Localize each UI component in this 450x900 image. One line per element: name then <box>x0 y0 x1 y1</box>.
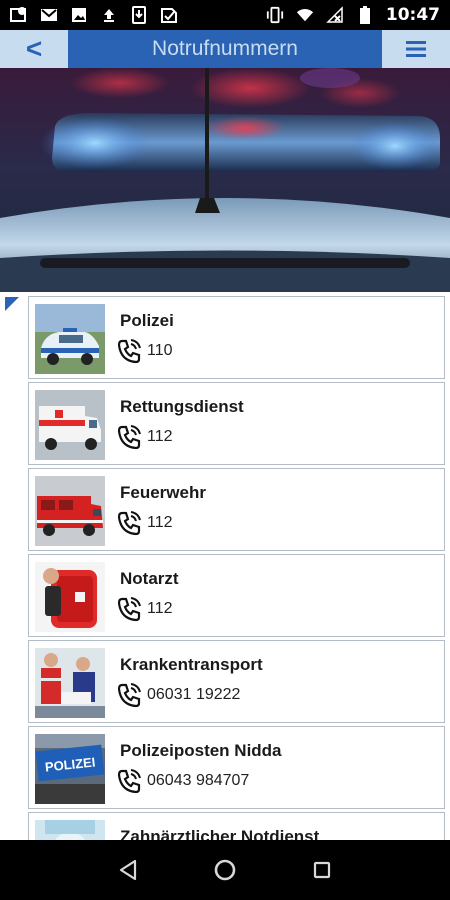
nav-home-button[interactable] <box>205 850 245 890</box>
phone-ringing-icon <box>115 337 143 365</box>
download-icon <box>130 6 148 24</box>
back-icon: < <box>25 33 43 64</box>
polizei-sign-image: POLIZEI <box>35 734 105 804</box>
hamburger-icon <box>406 41 426 57</box>
phone-row[interactable]: 06031 19222 <box>115 681 240 709</box>
status-time: 10:47 <box>385 5 440 25</box>
phone-number: 112 <box>147 428 173 445</box>
phone-row[interactable]: 06043 984707 <box>115 767 249 795</box>
phone-row[interactable]: 112 <box>115 509 173 537</box>
phone-ringing-icon <box>115 767 143 795</box>
phone-ringing-icon <box>115 681 143 709</box>
phone-number: 112 <box>147 600 173 617</box>
location-icon <box>10 6 28 24</box>
list-item[interactable]: Polizei 110 <box>28 296 445 379</box>
list-item[interactable]: Zahnärztlicher Notdienst <box>28 812 445 840</box>
phone-number: 112 <box>147 514 173 531</box>
nav-recents-button[interactable] <box>302 850 342 890</box>
list-item[interactable]: Rettungsdienst 112 <box>28 382 445 465</box>
phone-row[interactable]: 112 <box>115 423 173 451</box>
police-car-image <box>35 304 105 374</box>
back-triangle-icon <box>120 859 137 881</box>
check-icon <box>160 6 178 24</box>
system-nav-bar <box>0 840 450 900</box>
list-item[interactable]: Krankentransport 06031 19222 <box>28 640 445 723</box>
item-name: Polizei <box>120 311 174 330</box>
dentist-image <box>35 820 105 840</box>
phone-ringing-icon <box>115 595 143 623</box>
wifi-icon <box>296 6 314 24</box>
item-name: Notarzt <box>120 569 179 588</box>
item-name: Polizeiposten Nidda <box>120 741 282 760</box>
list-item[interactable]: POLIZEI Polizeiposten Nidda 06043 984707 <box>28 726 445 809</box>
paramedics-image <box>35 648 105 718</box>
phone-row[interactable]: 112 <box>115 595 173 623</box>
upload-icon <box>100 6 118 24</box>
medic-bag-image <box>35 562 105 632</box>
fire-truck-image <box>35 476 105 546</box>
phone-ringing-icon <box>115 423 143 451</box>
item-name: Krankentransport <box>120 655 263 674</box>
item-name: Rettungsdienst <box>120 397 244 416</box>
ambulance-image <box>35 390 105 460</box>
phone-number: 110 <box>147 342 173 359</box>
item-name: Zahnärztlicher Notdienst <box>120 827 320 840</box>
phone-ringing-icon <box>115 509 143 537</box>
emergency-number-list: Polizei 110 Rettungsdienst 112 Feuerwehr… <box>28 296 445 840</box>
recents-square-icon <box>313 861 330 879</box>
hero-image-police-lights <box>0 68 450 292</box>
list-item[interactable]: Feuerwehr 112 <box>28 468 445 551</box>
nav-back-button[interactable] <box>108 850 148 890</box>
list-corner-marker <box>5 297 19 311</box>
menu-button[interactable] <box>382 30 450 68</box>
image-icon <box>70 6 88 24</box>
status-bar: 10:47 <box>0 0 450 30</box>
status-right-icons: 10:47 <box>266 5 440 25</box>
home-circle-icon <box>214 859 236 881</box>
vibrate-icon <box>266 6 284 24</box>
no-signal-icon <box>326 6 344 24</box>
phone-number: 06031 19222 <box>147 686 241 703</box>
back-button[interactable]: < <box>0 30 68 68</box>
item-name: Feuerwehr <box>120 483 206 502</box>
status-left-icons <box>10 6 178 24</box>
phone-row[interactable]: 110 <box>115 337 173 365</box>
app-screen: < Notrufnummern Polizei 110 Rettungsdien… <box>0 30 450 840</box>
phone-number: 06043 984707 <box>147 772 250 789</box>
list-item[interactable]: Notarzt 112 <box>28 554 445 637</box>
page-title: Notrufnummern <box>152 37 298 60</box>
battery-icon <box>356 6 374 24</box>
gmail-icon <box>40 6 58 24</box>
app-header: < Notrufnummern <box>0 30 450 68</box>
